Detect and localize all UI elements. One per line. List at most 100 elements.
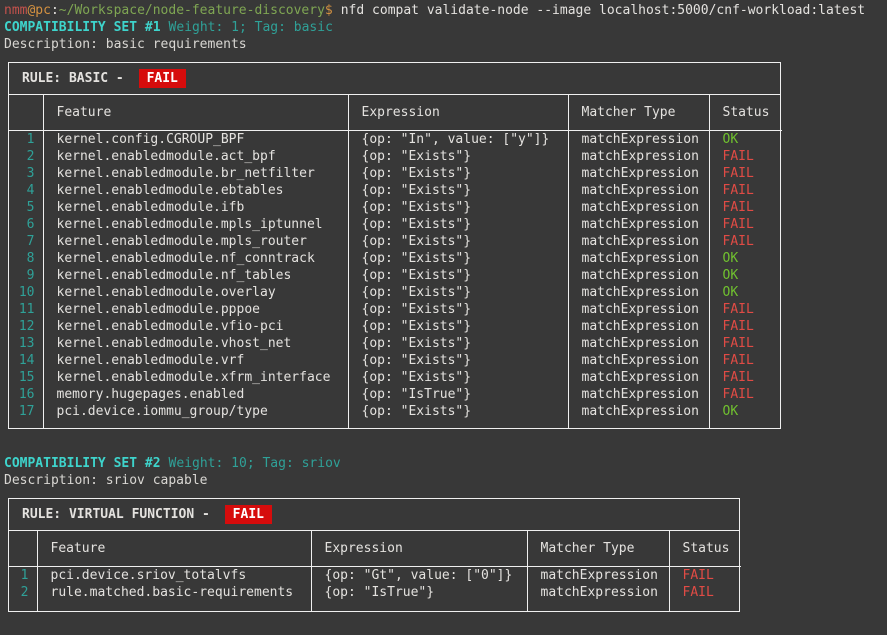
row-status: FAIL [669,567,741,585]
row-feature: pci.device.iommu_group/type [43,403,348,428]
table-row: 16 memory.hugepages.enabled {op: "IsTrue… [9,386,782,403]
terminal-window: { "colors": { "bg": "#383838", "fg": "#e… [0,0,887,635]
row-index: 10 [9,284,43,301]
row-matcher-type: matchExpression [527,567,669,585]
table-row: 11 kernel.enabledmodule.pppoe {op: "Exis… [9,301,782,318]
row-feature: kernel.enabledmodule.vfio-pci [43,318,348,335]
row-matcher-type: matchExpression [568,403,709,428]
rule-status-badge: FAIL [139,69,186,88]
row-expression: {op: "Exists"} [348,284,568,301]
row-expression: {op: "Exists"} [348,199,568,216]
col-header-status: Status [669,531,741,567]
set1-description: Description: basic requirements [4,36,887,53]
set2-heading: COMPATIBILITY SET #2Weight: 10; Tag: sri… [4,455,887,472]
row-feature: kernel.config.CGROUP_BPF [43,131,348,149]
row-matcher-type: matchExpression [568,284,709,301]
table-row: 1 kernel.config.CGROUP_BPF {op: "In", va… [9,131,782,149]
row-feature: memory.hugepages.enabled [43,386,348,403]
row-feature: kernel.enabledmodule.mpls_router [43,233,348,250]
row-expression: {op: "Exists"} [348,267,568,284]
table-row: 7 kernel.enabledmodule.mpls_router {op: … [9,233,782,250]
row-index: 1 [9,131,43,149]
row-index: 3 [9,165,43,182]
row-status: FAIL [709,386,782,403]
row-index: 5 [9,199,43,216]
row-feature: pci.device.sriov_totalvfs [37,567,311,585]
table-row: 5 kernel.enabledmodule.ifb {op: "Exists"… [9,199,782,216]
set1-title: COMPATIBILITY SET #1 [4,20,161,35]
row-expression: {op: "In", value: ["y"]} [348,131,568,149]
row-feature: kernel.enabledmodule.nf_tables [43,267,348,284]
rule-status-badge: FAIL [225,505,272,524]
row-feature: kernel.enabledmodule.overlay [43,284,348,301]
rule-label: RULE: BASIC - [22,71,132,86]
row-matcher-type: matchExpression [568,318,709,335]
table-row: 9 kernel.enabledmodule.nf_tables {op: "E… [9,267,782,284]
col-header-feature: Feature [37,531,311,567]
row-index: 7 [9,233,43,250]
table-row: 1 pci.device.sriov_totalvfs {op: "Gt", v… [9,567,741,585]
row-matcher-type: matchExpression [568,131,709,149]
row-status: FAIL [709,233,782,250]
row-expression: {op: "Exists"} [348,301,568,318]
row-expression: {op: "IsTrue"} [348,386,568,403]
row-index: 15 [9,369,43,386]
row-expression: {op: "Exists"} [348,352,568,369]
set2-meta: Weight: 10; Tag: sriov [169,456,341,471]
col-header-matcher-type: Matcher Type [527,531,669,567]
prompt-host: @pc [27,3,50,18]
table-row: 8 kernel.enabledmodule.nf_conntrack {op:… [9,250,782,267]
row-expression: {op: "Exists"} [348,335,568,352]
row-feature: kernel.enabledmodule.act_bpf [43,148,348,165]
col-header-expression: Expression [348,95,568,131]
row-expression: {op: "Exists"} [348,403,568,428]
row-index: 4 [9,182,43,199]
row-status: OK [709,284,782,301]
row-feature: kernel.enabledmodule.pppoe [43,301,348,318]
table-row: 2 kernel.enabledmodule.act_bpf {op: "Exi… [9,148,782,165]
table-row: 3 kernel.enabledmodule.br_netfilter {op:… [9,165,782,182]
row-status: FAIL [709,352,782,369]
row-feature: kernel.enabledmodule.ebtables [43,182,348,199]
row-matcher-type: matchExpression [568,352,709,369]
row-expression: {op: "Exists"} [348,233,568,250]
row-expression: {op: "Exists"} [348,318,568,335]
row-feature: kernel.enabledmodule.ifb [43,199,348,216]
row-matcher-type: matchExpression [568,335,709,352]
prompt-line: nmm@pc:~/Workspace/node-feature-discover… [4,2,887,19]
col-header-expression: Expression [311,531,527,567]
col-header-status: Status [709,95,782,131]
prompt-user: nmm [4,3,27,18]
table-row: 14 kernel.enabledmodule.vrf {op: "Exists… [9,352,782,369]
row-index: 17 [9,403,43,428]
row-status: OK [709,267,782,284]
row-feature: kernel.enabledmodule.mpls_iptunnel [43,216,348,233]
row-index: 11 [9,301,43,318]
col-header-feature: Feature [43,95,348,131]
prompt-colon: : [51,3,59,18]
set1-table-wrap: RULE: BASIC - FAIL Feature Expression Ma… [8,62,887,429]
prompt-dollar: $ [325,3,333,18]
table-row: 15 kernel.enabledmodule.xfrm_interface {… [9,369,782,386]
row-status: FAIL [709,318,782,335]
row-status: FAIL [709,182,782,199]
row-expression: {op: "Exists"} [348,148,568,165]
row-index: 2 [9,148,43,165]
row-matcher-type: matchExpression [568,233,709,250]
set2-description: Description: sriov capable [4,472,887,489]
row-index: 14 [9,352,43,369]
row-expression: {op: "IsTrue"} [311,584,527,611]
row-expression: {op: "Gt", value: ["0"]} [311,567,527,585]
row-status: FAIL [709,148,782,165]
prompt-path: ~/Workspace/node-feature-discovery [59,3,325,18]
row-feature: kernel.enabledmodule.br_netfilter [43,165,348,182]
set1-meta: Weight: 1; Tag: basic [169,20,333,35]
row-index: 8 [9,250,43,267]
row-index: 1 [9,567,37,585]
row-matcher-type: matchExpression [568,165,709,182]
row-feature: kernel.enabledmodule.vhost_net [43,335,348,352]
rule-title-virtual-function: RULE: VIRTUAL FUNCTION - FAIL [9,499,739,531]
row-status: FAIL [709,165,782,182]
row-matcher-type: matchExpression [568,182,709,199]
table-row: 2 rule.matched.basic-requirements {op: "… [9,584,741,611]
